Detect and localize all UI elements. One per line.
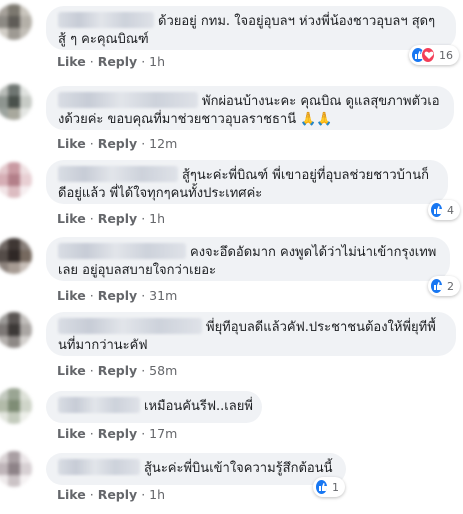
- like-reaction-icon: [430, 202, 443, 218]
- avatar[interactable]: [0, 4, 32, 40]
- love-reaction-icon: [421, 47, 435, 63]
- comment-timestamp[interactable]: 17m: [149, 426, 177, 441]
- reply-button[interactable]: Reply: [98, 136, 137, 151]
- reactions-summary[interactable]: 4: [428, 200, 460, 220]
- separator-dot: ·: [141, 426, 146, 441]
- comment-thread: ด้วยอยู่ กทม. ใจอยู่อุบลฯ ห่วงพี่น้องชาว…: [0, 0, 463, 514]
- like-button[interactable]: Like: [57, 211, 86, 226]
- avatar[interactable]: [0, 84, 32, 120]
- like-button[interactable]: Like: [57, 136, 86, 151]
- comment-actions: Like · Reply · 17m: [57, 426, 177, 441]
- comment-timestamp[interactable]: 1h: [149, 54, 165, 69]
- comment-bubble: สู้นะค่ะพี่บินเข้าใจความรู้สึกต้อนนี้: [46, 453, 346, 485]
- commenter-name[interactable]: [58, 459, 140, 475]
- like-button[interactable]: Like: [57, 288, 86, 303]
- comment-bubble: คงจะอึดอัดมาก คงพูดได้ว่าไม่น่าเข้ากรุงเ…: [46, 237, 450, 281]
- reactions-summary[interactable]: 16: [409, 45, 459, 65]
- commenter-name[interactable]: [58, 243, 186, 259]
- comment-bubble: สู้ๆนะค่ะพี่บิณฑ์ พี่เขาอยู่ที่อุบลช่วยช…: [46, 160, 448, 204]
- comment-timestamp[interactable]: 1h: [149, 211, 165, 226]
- like-button[interactable]: Like: [57, 487, 86, 502]
- reply-button[interactable]: Reply: [98, 487, 137, 502]
- reply-button[interactable]: Reply: [98, 363, 137, 378]
- avatar[interactable]: [0, 162, 32, 198]
- comment-bubble: พี่ยุทีอุบลดีแล้วคัฟ.ประชาชนต้องให้พี่ยุ…: [46, 312, 456, 356]
- separator-dot: ·: [89, 487, 94, 502]
- commenter-name[interactable]: [58, 12, 154, 28]
- reply-button[interactable]: Reply: [98, 426, 137, 441]
- like-reaction-icon: [315, 479, 328, 495]
- comment-timestamp[interactable]: 12m: [149, 136, 177, 151]
- comment-bubble: ด้วยอยู่ กทม. ใจอยู่อุบลฯ ห่วงพี่น้องชาว…: [46, 6, 456, 50]
- comment-timestamp[interactable]: 58m: [149, 363, 177, 378]
- like-button[interactable]: Like: [57, 426, 86, 441]
- reply-button[interactable]: Reply: [98, 211, 137, 226]
- comment-text: เหมือนคันรีฟ..เลยพี่: [144, 399, 253, 414]
- separator-dot: ·: [89, 54, 94, 69]
- separator-dot: ·: [89, 136, 94, 151]
- comment-timestamp[interactable]: 1h: [149, 487, 165, 502]
- separator-dot: ·: [89, 426, 94, 441]
- separator-dot: ·: [89, 288, 94, 303]
- comment-bubble: เหมือนคันรีฟ..เลยพี่: [46, 391, 262, 423]
- reactions-summary[interactable]: 1: [313, 477, 345, 497]
- separator-dot: ·: [141, 288, 146, 303]
- comment-actions: Like · Reply · 1h: [57, 54, 165, 69]
- separator-dot: ·: [141, 487, 146, 502]
- reaction-count: 2: [447, 279, 454, 293]
- separator-dot: ·: [141, 136, 146, 151]
- separator-dot: ·: [89, 363, 94, 378]
- avatar[interactable]: [0, 388, 32, 424]
- commenter-name[interactable]: [58, 318, 202, 334]
- reaction-count: 4: [447, 203, 454, 217]
- comment-bubble: พักผ่อนบ้างนะคะ คุณบิณ ดูแลสุขภาพตัวเองด…: [46, 86, 454, 130]
- separator-dot: ·: [141, 363, 146, 378]
- like-button[interactable]: Like: [57, 363, 86, 378]
- comment-actions: Like · Reply · 58m: [57, 363, 177, 378]
- like-reaction-icon: [430, 278, 443, 294]
- separator-dot: ·: [141, 211, 146, 226]
- separator-dot: ·: [89, 211, 94, 226]
- separator-dot: ·: [141, 54, 146, 69]
- commenter-name[interactable]: [58, 92, 198, 108]
- comment-actions: Like · Reply · 1h: [57, 211, 165, 226]
- comment-actions: Like · Reply · 12m: [57, 136, 177, 151]
- commenter-name[interactable]: [58, 397, 140, 413]
- avatar[interactable]: [0, 238, 32, 274]
- avatar[interactable]: [0, 451, 32, 487]
- reactions-summary[interactable]: 2: [428, 276, 460, 296]
- avatar[interactable]: [0, 312, 32, 348]
- comment-text: สู้นะค่ะพี่บินเข้าใจความรู้สึกต้อนนี้: [144, 461, 333, 476]
- reaction-count: 16: [439, 48, 453, 62]
- comment-actions: Like · Reply · 31m: [57, 288, 177, 303]
- reaction-count: 1: [332, 480, 339, 494]
- commenter-name[interactable]: [58, 166, 178, 182]
- comment-actions: Like · Reply · 1h: [57, 487, 165, 502]
- reply-button[interactable]: Reply: [98, 54, 137, 69]
- like-button[interactable]: Like: [57, 54, 86, 69]
- reply-button[interactable]: Reply: [98, 288, 137, 303]
- comment-timestamp[interactable]: 31m: [149, 288, 177, 303]
